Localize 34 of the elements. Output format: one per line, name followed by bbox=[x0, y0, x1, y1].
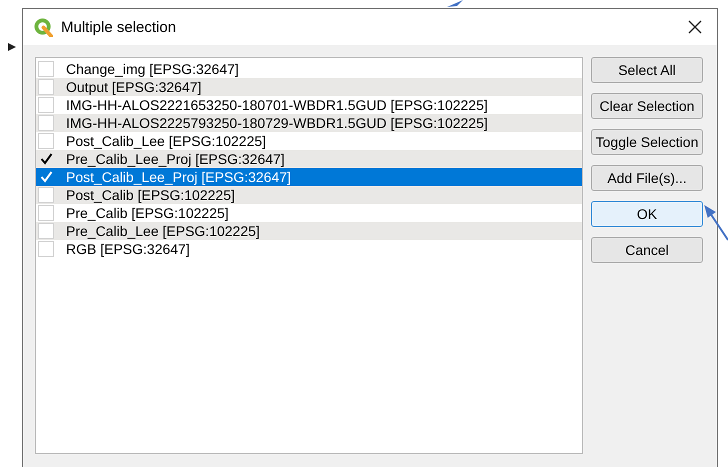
layer-item[interactable]: Post_Calib [EPSG:102225] bbox=[36, 186, 582, 204]
checkbox[interactable] bbox=[38, 133, 54, 149]
dialog-button[interactable]: Toggle Selection bbox=[591, 129, 703, 155]
layer-item[interactable]: Post_Calib_Lee [EPSG:102225] bbox=[36, 132, 582, 150]
checkbox[interactable] bbox=[38, 169, 54, 185]
checkbox[interactable] bbox=[38, 61, 54, 77]
layer-item[interactable]: RGB [EPSG:32647] bbox=[36, 240, 582, 258]
checkbox[interactable] bbox=[38, 115, 54, 131]
checkbox[interactable] bbox=[38, 205, 54, 221]
checkbox[interactable] bbox=[38, 151, 54, 167]
annotation-arrow bbox=[8, 43, 16, 51]
app-logo-icon bbox=[34, 18, 53, 36]
window-title: Multiple selection bbox=[61, 18, 178, 36]
layer-item[interactable]: IMG-HH-ALOS2225793250-180729-WBDR1.5GUD [EPSG:102225] bbox=[36, 114, 582, 132]
layer-item[interactable]: Change_img [EPSG:32647] bbox=[36, 60, 582, 78]
layer-item[interactable]: IMG-HH-ALOS2221653250-180701-WBDR1.5GUD [EPSG:102225] bbox=[36, 96, 582, 114]
checkbox[interactable] bbox=[38, 187, 54, 203]
layer-item[interactable]: Output [EPSG:32647] bbox=[36, 78, 582, 96]
layer-item[interactable]: Pre_Calib [EPSG:102225] bbox=[36, 204, 582, 222]
checkbox[interactable] bbox=[38, 79, 54, 95]
checkbox[interactable] bbox=[38, 223, 54, 239]
layer-item[interactable]: Post_Calib_Lee_Proj [EPSG:32647] bbox=[36, 168, 582, 186]
layer-item[interactable]: Pre_Calib_Lee_Proj [EPSG:32647] bbox=[36, 150, 582, 168]
layer-item[interactable]: Pre_Calib_Lee [EPSG:102225] bbox=[36, 222, 582, 240]
annotation-arrow bbox=[447, 0, 463, 7]
annotation-arrow bbox=[704, 203, 728, 241]
dialog-button[interactable]: Clear Selection bbox=[591, 93, 703, 119]
checkbox[interactable] bbox=[38, 241, 54, 257]
close-icon bbox=[688, 20, 702, 34]
dialog-button[interactable]: OK bbox=[591, 201, 703, 227]
dialog-button[interactable]: Select All bbox=[591, 57, 703, 83]
dialog-button[interactable]: Cancel bbox=[591, 237, 703, 263]
dialog-button[interactable]: Add File(s)... bbox=[591, 165, 703, 191]
checkbox[interactable] bbox=[38, 97, 54, 113]
